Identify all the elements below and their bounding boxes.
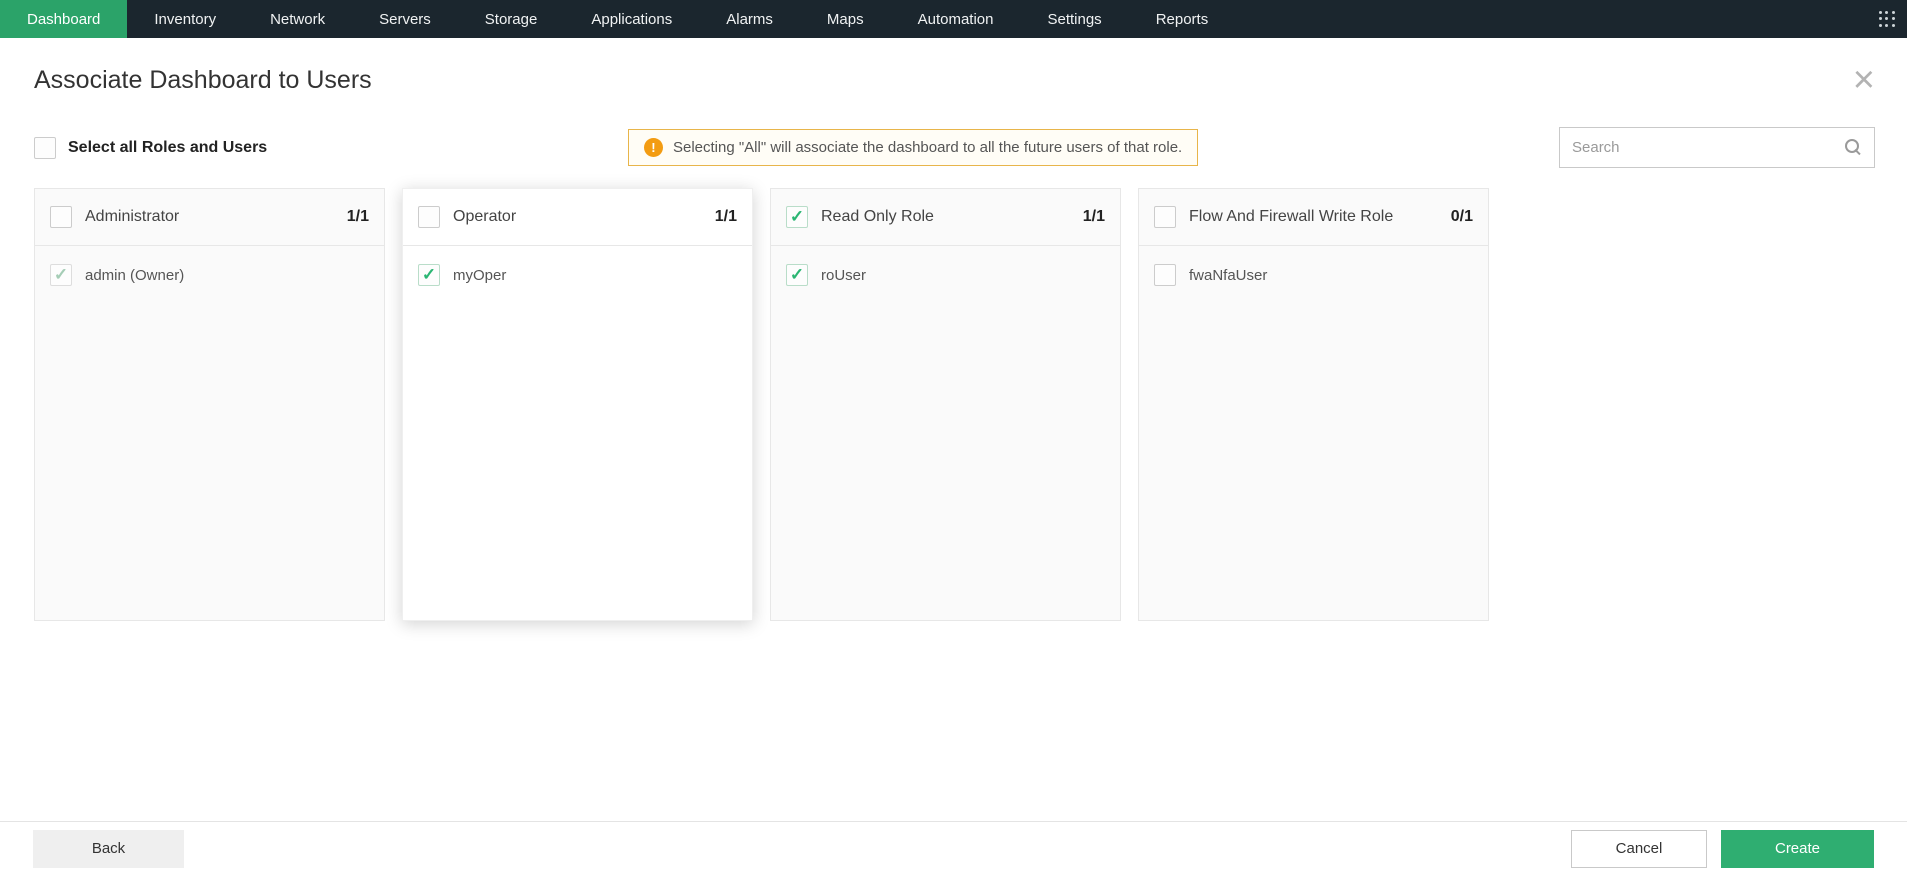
- role-card-body: fwaNfaUser: [1139, 246, 1488, 304]
- nav-item-servers[interactable]: Servers: [352, 0, 458, 38]
- role-card-flow-firewall: Flow And Firewall Write Role 0/1 fwaNfaU…: [1138, 188, 1489, 621]
- role-card-header: Administrator 1/1: [35, 189, 384, 246]
- role-card-operator: Operator 1/1 myOper: [402, 188, 753, 621]
- search-box: [1559, 127, 1875, 168]
- role-count: 1/1: [347, 208, 369, 226]
- role-name: Read Only Role: [821, 208, 1070, 226]
- create-button[interactable]: Create: [1721, 830, 1874, 868]
- warning-icon: !: [644, 138, 663, 157]
- role-card-header: Flow And Firewall Write Role 0/1: [1139, 189, 1488, 246]
- role-card-administrator: Administrator 1/1 admin (Owner): [34, 188, 385, 621]
- user-name: admin (Owner): [85, 267, 184, 284]
- search-icon[interactable]: [1845, 139, 1862, 156]
- page-title: Associate Dashboard to Users: [34, 66, 372, 95]
- user-checkbox[interactable]: [418, 264, 440, 286]
- user-name: roUser: [821, 267, 866, 284]
- nav-item-alarms[interactable]: Alarms: [699, 0, 800, 38]
- nav-item-settings[interactable]: Settings: [1020, 0, 1128, 38]
- role-card-body: roUser: [771, 246, 1120, 304]
- back-button[interactable]: Back: [33, 830, 184, 868]
- role-card-read-only: Read Only Role 1/1 roUser: [770, 188, 1121, 621]
- role-name: Flow And Firewall Write Role: [1189, 208, 1438, 226]
- warning-text: Selecting "All" will associate the dashb…: [673, 139, 1182, 156]
- nav-item-applications[interactable]: Applications: [564, 0, 699, 38]
- role-card-body: myOper: [403, 246, 752, 304]
- role-checkbox[interactable]: [50, 206, 72, 228]
- user-name: myOper: [453, 267, 506, 284]
- apps-grid-icon[interactable]: [1879, 11, 1895, 27]
- dialog-footer: Back Cancel Create: [0, 821, 1907, 875]
- warning-banner: ! Selecting "All" will associate the das…: [628, 129, 1198, 166]
- user-row: admin (Owner): [50, 264, 369, 286]
- user-row: myOper: [418, 264, 737, 286]
- role-count: 0/1: [1451, 208, 1473, 226]
- nav-item-reports[interactable]: Reports: [1129, 0, 1236, 38]
- role-count: 1/1: [1083, 208, 1105, 226]
- role-name: Operator: [453, 208, 702, 226]
- nav-item-storage[interactable]: Storage: [458, 0, 565, 38]
- nav-item-network[interactable]: Network: [243, 0, 352, 38]
- role-card-header: Read Only Role 1/1: [771, 189, 1120, 246]
- close-icon[interactable]: ×: [1853, 66, 1875, 94]
- select-all-roles: Select all Roles and Users: [34, 137, 267, 159]
- controls-row: Select all Roles and Users ! Selecting "…: [0, 95, 1907, 168]
- user-row: fwaNfaUser: [1154, 264, 1473, 286]
- cancel-button[interactable]: Cancel: [1571, 830, 1707, 868]
- role-checkbox[interactable]: [418, 206, 440, 228]
- nav-item-inventory[interactable]: Inventory: [127, 0, 243, 38]
- user-checkbox: [50, 264, 72, 286]
- user-name: fwaNfaUser: [1189, 267, 1267, 284]
- role-checkbox[interactable]: [1154, 206, 1176, 228]
- nav-item-maps[interactable]: Maps: [800, 0, 891, 38]
- footer-actions: Cancel Create: [1571, 830, 1874, 868]
- user-row: roUser: [786, 264, 1105, 286]
- search-input[interactable]: [1572, 139, 1845, 156]
- nav-item-automation[interactable]: Automation: [891, 0, 1021, 38]
- select-all-label: Select all Roles and Users: [68, 139, 267, 157]
- role-checkbox[interactable]: [786, 206, 808, 228]
- role-cards-row: Administrator 1/1 admin (Owner) Operator…: [0, 168, 1907, 621]
- select-all-checkbox[interactable]: [34, 137, 56, 159]
- dialog-header: Associate Dashboard to Users ×: [0, 38, 1907, 95]
- top-navbar: Dashboard Inventory Network Servers Stor…: [0, 0, 1907, 38]
- role-name: Administrator: [85, 208, 334, 226]
- user-checkbox[interactable]: [786, 264, 808, 286]
- nav-item-dashboard[interactable]: Dashboard: [0, 0, 127, 38]
- user-checkbox[interactable]: [1154, 264, 1176, 286]
- role-card-header: Operator 1/1: [403, 189, 752, 246]
- role-count: 1/1: [715, 208, 737, 226]
- role-card-body: admin (Owner): [35, 246, 384, 304]
